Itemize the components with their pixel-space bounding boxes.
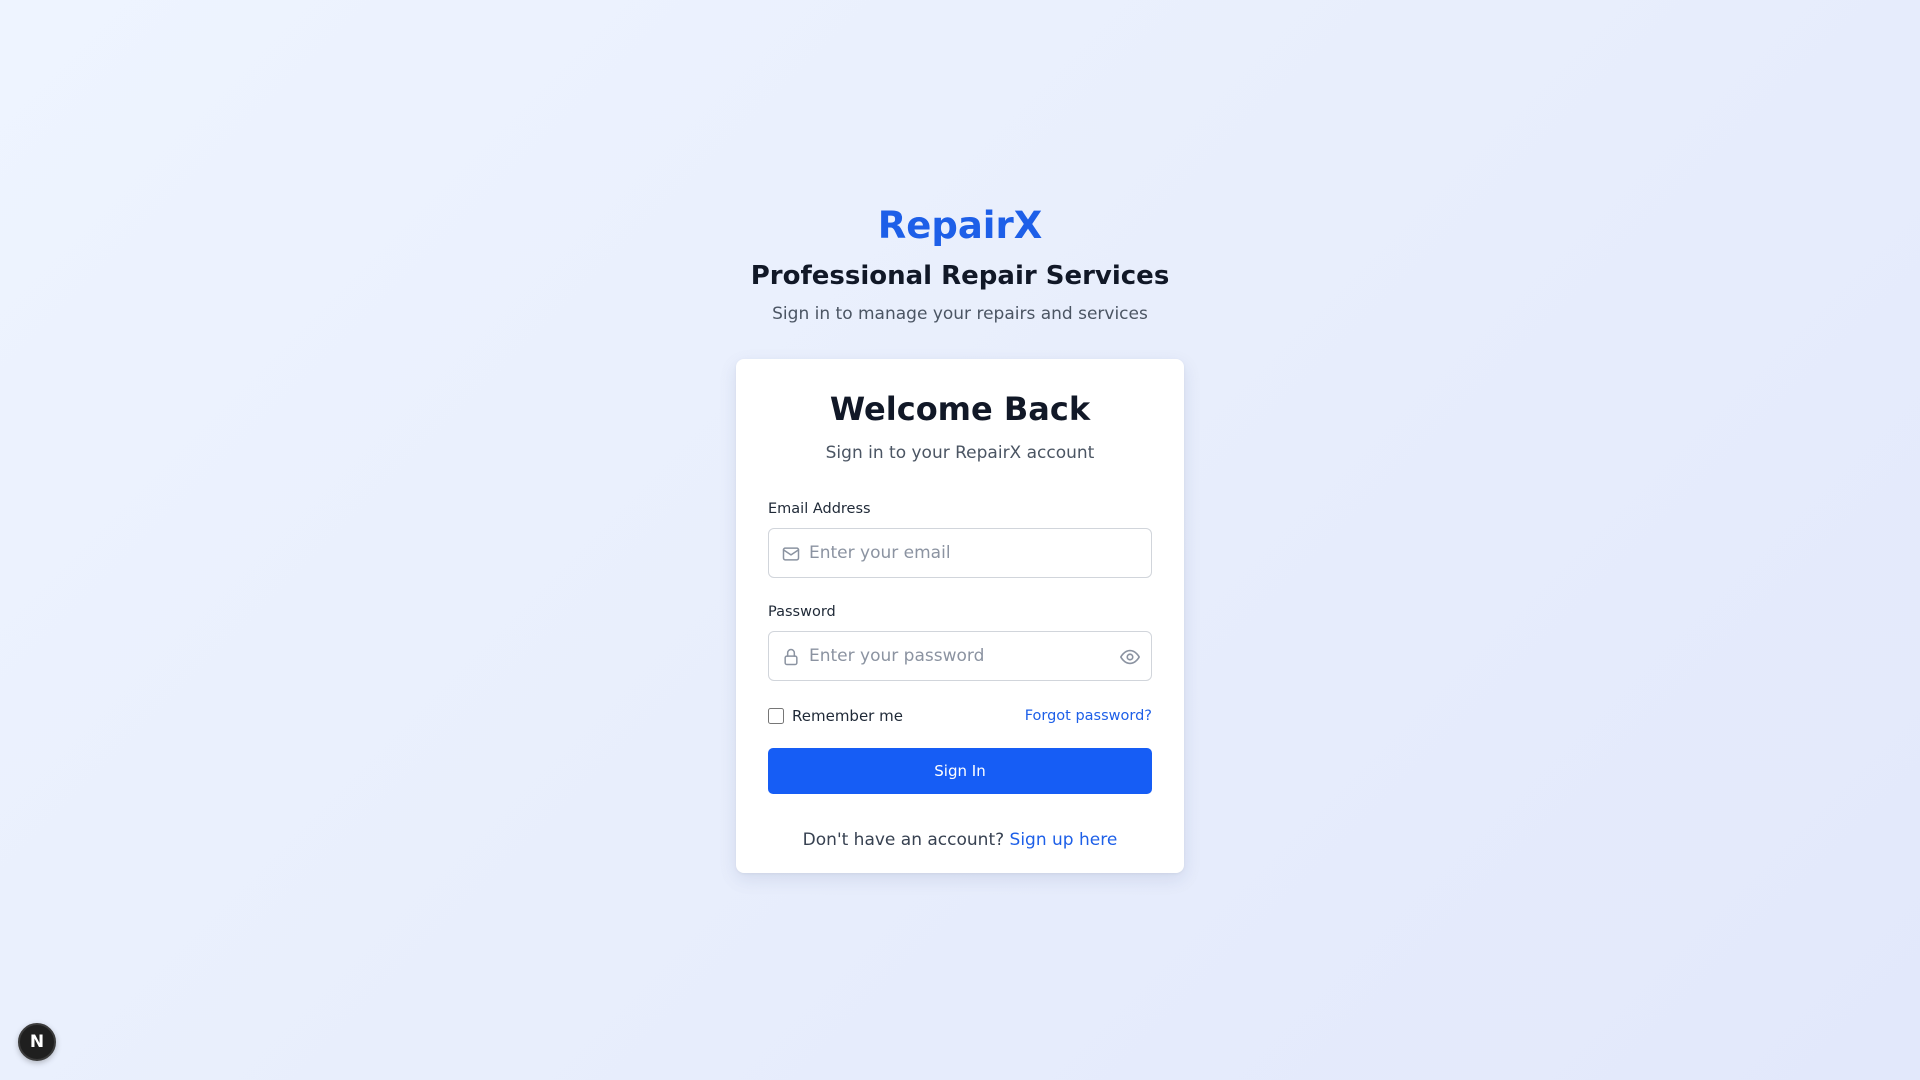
- sign-in-button[interactable]: Sign In: [768, 748, 1152, 794]
- login-card: Welcome Back Sign in to your RepairX acc…: [736, 359, 1184, 873]
- mail-icon: [782, 547, 800, 561]
- remember-me-checkbox[interactable]: [768, 708, 784, 724]
- signup-prompt-text: Don't have an account?: [802, 830, 1005, 850]
- card-subtitle: Sign in to your RepairX account: [825, 443, 1095, 463]
- email-input[interactable]: [769, 529, 1151, 577]
- page-subtitle: Sign in to manage your repairs and servi…: [772, 304, 1148, 324]
- signup-prompt: Don't have an account? Sign up here: [768, 828, 1152, 852]
- badge-letter: N: [29, 1032, 45, 1052]
- page-header: RepairX Professional Repair Services Sig…: [0, 200, 1920, 326]
- eye-icon[interactable]: [1119, 646, 1141, 668]
- lock-icon: [784, 648, 798, 666]
- password-label: Password: [768, 604, 836, 620]
- password-field-wrapper: [768, 631, 1152, 681]
- sign-up-link[interactable]: Sign up here: [1010, 830, 1118, 850]
- page-tagline: Professional Repair Services: [750, 261, 1170, 291]
- card-title: Welcome Back: [829, 390, 1091, 428]
- email-label: Email Address: [768, 501, 871, 517]
- password-input[interactable]: [769, 632, 1151, 680]
- brand-logo-text: RepairX: [877, 204, 1043, 247]
- form-options-row: Remember me Forgot password?: [768, 705, 1152, 727]
- email-field-wrapper: [768, 528, 1152, 578]
- remember-me-label: Remember me: [792, 707, 903, 725]
- remember-me[interactable]: Remember me: [768, 707, 903, 725]
- dev-tools-badge[interactable]: N: [18, 1023, 56, 1061]
- forgot-password-link[interactable]: Forgot password?: [1025, 708, 1152, 724]
